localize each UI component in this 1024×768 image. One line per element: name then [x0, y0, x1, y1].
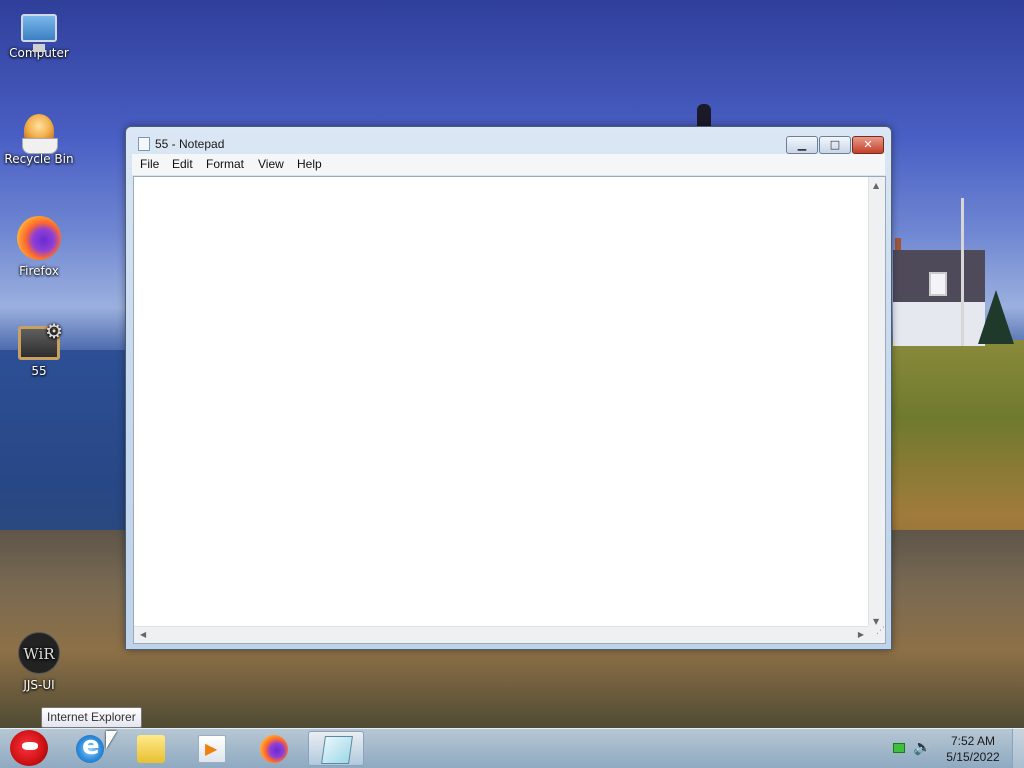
- recycle-bin-icon: [22, 114, 58, 154]
- clock-date: 5/15/2022: [946, 750, 1000, 764]
- horizontal-scrollbar[interactable]: ◀ ▶: [134, 626, 870, 643]
- taskbar-app-media-player[interactable]: [184, 731, 240, 766]
- menu-bar: File Edit Format View Help: [132, 154, 885, 175]
- wallpaper-flagpole: [961, 198, 964, 346]
- title-bar[interactable]: 55 - Notepad ▁ □ ✕: [126, 127, 891, 157]
- vertical-scrollbar[interactable]: ▲ ▼: [868, 177, 885, 628]
- menu-edit[interactable]: Edit: [172, 157, 193, 171]
- desktop-icon-firefox[interactable]: Firefox: [4, 216, 74, 278]
- menu-help[interactable]: Help: [297, 157, 322, 171]
- show-desktop-button[interactable]: [1012, 729, 1024, 768]
- desktop-icon-computer[interactable]: Computer: [4, 8, 74, 60]
- start-button[interactable]: [4, 728, 52, 768]
- desktop-icon-55[interactable]: 55: [4, 319, 74, 378]
- window-title: 55 - Notepad: [155, 137, 225, 151]
- scroll-left-arrow[interactable]: ◀: [140, 630, 146, 639]
- wallpaper-house: [893, 238, 985, 346]
- desktop-icon-recycle-bin[interactable]: Recycle Bin: [4, 114, 74, 166]
- scroll-up-arrow[interactable]: ▲: [873, 181, 879, 190]
- jjs-ui-icon: WiR: [18, 632, 60, 674]
- start-orb-icon: [10, 730, 48, 766]
- wallpaper-lighthouse-top: [697, 104, 711, 126]
- network-icon[interactable]: [893, 743, 905, 753]
- media-player-icon: [198, 735, 226, 763]
- taskbar-app-notepad[interactable]: [308, 731, 364, 766]
- resize-grip[interactable]: ⋰: [868, 626, 885, 643]
- desktop-icon-label: 55: [31, 364, 47, 378]
- desktop-icon-label: JJS-UI: [23, 678, 55, 692]
- volume-icon[interactable]: 🔊: [913, 738, 932, 756]
- folder-icon: [137, 735, 165, 763]
- notepad-icon: [138, 137, 150, 151]
- tooltip: Internet Explorer: [41, 707, 142, 728]
- menu-file[interactable]: File: [140, 157, 159, 171]
- firefox-icon: [17, 216, 61, 260]
- menu-view[interactable]: View: [258, 157, 284, 171]
- menu-format[interactable]: Format: [206, 157, 244, 171]
- scroll-right-arrow[interactable]: ▶: [858, 630, 864, 639]
- text-editor-area[interactable]: ▲ ▼ ◀ ▶ ⋰: [133, 176, 886, 644]
- maximize-button[interactable]: □: [819, 136, 851, 154]
- scroll-down-arrow[interactable]: ▼: [873, 617, 879, 626]
- desktop-icon-label: Firefox: [19, 264, 59, 278]
- notepad-file-icon: [18, 319, 63, 360]
- wallpaper-tree: [978, 290, 1014, 344]
- desktop-icon-jjs-ui[interactable]: WiR JJS-UI: [4, 632, 74, 692]
- system-clock[interactable]: 7:52 AM 5/15/2022: [938, 733, 1008, 765]
- firefox-icon: [260, 735, 288, 763]
- notepad-window[interactable]: 55 - Notepad ▁ □ ✕ File Edit Format View…: [125, 126, 892, 650]
- mouse-cursor: [106, 731, 117, 749]
- taskbar-app-firefox[interactable]: [246, 731, 302, 766]
- internet-explorer-icon: [76, 731, 104, 763]
- clock-time: 7:52 AM: [950, 734, 996, 748]
- close-button[interactable]: ✕: [852, 136, 884, 154]
- taskbar-app-explorer[interactable]: [123, 731, 179, 766]
- notepad-icon: [321, 736, 353, 764]
- minimize-button[interactable]: ▁: [786, 136, 818, 154]
- computer-icon: [21, 14, 57, 52]
- desktop-icon-label: Recycle Bin: [4, 152, 74, 166]
